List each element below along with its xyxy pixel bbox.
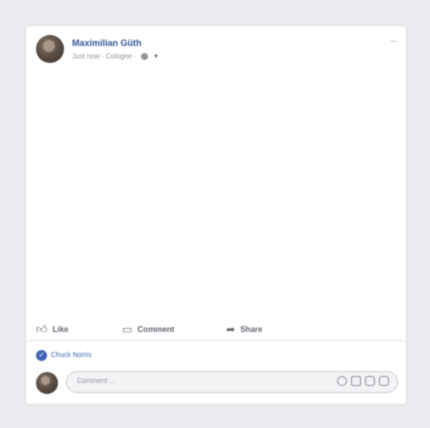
comment-placeholder: Comment ... [77, 378, 116, 385]
post-meta: Just now · Cologne · ▼ [72, 53, 159, 60]
post-header: Maximilian Güth Just now · Cologne · ▼ ·… [36, 34, 397, 68]
comment-composer: Comment ... [36, 370, 398, 396]
author-avatar[interactable] [36, 35, 64, 63]
globe-icon [141, 53, 149, 60]
current-user-avatar [36, 372, 58, 394]
share-label: Share [240, 324, 263, 334]
thumbs-up-icon: 👍︎ [36, 323, 48, 336]
caret-down-icon[interactable]: ▼ [153, 54, 159, 60]
like-badge-icon: ✓ [36, 349, 47, 361]
like-button[interactable]: 👍︎ Like [36, 320, 69, 338]
more-options-icon[interactable]: ··· [389, 36, 397, 47]
sticker-icon[interactable] [379, 376, 389, 386]
composer-icons [337, 376, 389, 386]
gif-icon[interactable] [365, 376, 375, 386]
comment-button[interactable]: ▭ Comment [122, 320, 174, 338]
post-content [26, 72, 406, 314]
post-timestamp-location: Just now · Cologne · [72, 53, 137, 61]
post-card: Maximilian Güth Just now · Cologne · ▼ ·… [26, 26, 406, 404]
author-name[interactable]: Maximilian Güth [72, 38, 142, 48]
camera-icon[interactable] [351, 376, 361, 386]
post-actions: 👍︎ Like ▭ Comment ➦ Share [26, 318, 406, 341]
reaction-names[interactable]: Chuck Norris [51, 352, 91, 359]
speech-bubble-icon: ▭ [122, 323, 133, 336]
comment-label: Comment [137, 324, 175, 334]
comment-input[interactable]: Comment ... [66, 371, 398, 393]
reactions-summary[interactable]: ✓ Chuck Norris [36, 349, 91, 361]
emoji-icon[interactable] [337, 376, 347, 386]
share-button[interactable]: ➦ Share [226, 320, 262, 338]
share-arrow-icon: ➦ [226, 323, 236, 336]
like-label: Like [52, 324, 69, 334]
